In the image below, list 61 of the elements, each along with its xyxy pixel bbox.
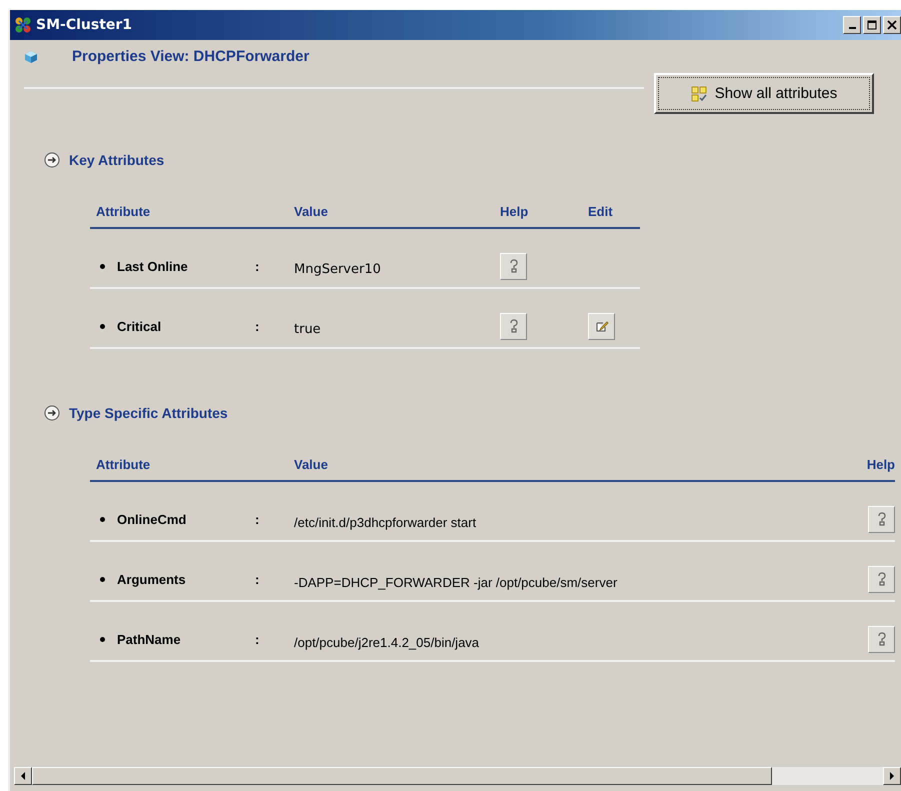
show-all-attributes-button[interactable]: Show all attributes: [654, 73, 874, 114]
cube-icon: [24, 50, 38, 64]
bullet-icon: [100, 576, 105, 582]
view-title: Properties View: DHCPForwarder: [72, 48, 310, 65]
question-icon: [876, 632, 888, 646]
question-icon: [508, 319, 520, 333]
colon: :: [255, 258, 260, 274]
attribute-value: -DAPP=DHCP_FORWARDER -jar /opt/pcube/sm/server: [294, 574, 618, 590]
column-header: Attribute: [96, 457, 152, 472]
right-arrow-icon: [889, 772, 895, 780]
help-button[interactable]: [868, 566, 895, 592]
colon: :: [255, 512, 260, 526]
attribute-value: true: [294, 320, 322, 336]
scroll-left-button[interactable]: [14, 767, 32, 785]
scrollbar-thumb[interactable]: [32, 767, 772, 785]
help-button[interactable]: [500, 252, 527, 280]
scroll-right-button[interactable]: [883, 767, 901, 785]
help-button[interactable]: [868, 626, 895, 652]
minimize-button[interactable]: [843, 16, 861, 34]
window-title: SM-Cluster1: [36, 17, 132, 33]
attribute-name: Critical: [117, 318, 162, 334]
cluster-icon: [14, 16, 32, 34]
bullet-icon: [100, 636, 105, 642]
attribute-value: /opt/pcube/j2re1.4.2_05/bin/java: [294, 634, 480, 650]
question-icon: [508, 259, 520, 273]
question-icon: [876, 572, 888, 586]
colon: :: [255, 572, 260, 586]
column-header: Attribute: [96, 204, 152, 219]
column-header: Help: [866, 457, 895, 472]
column-header: Value: [294, 457, 329, 472]
section-title: Type Specific Attributes: [69, 405, 228, 421]
column-header: Value: [294, 204, 329, 219]
horizontal-scrollbar[interactable]: [14, 767, 901, 785]
attribute-name: Last Online: [117, 258, 189, 274]
bullet-icon: [100, 264, 105, 268]
attribute-name: Arguments: [117, 572, 187, 586]
minimize-icon: [848, 27, 856, 29]
attribute-name: PathName: [117, 632, 182, 646]
close-button[interactable]: [883, 16, 901, 34]
section-title: Key Attributes: [69, 152, 164, 168]
arrow-circle-icon[interactable]: [44, 405, 60, 421]
maximize-button[interactable]: [863, 16, 881, 34]
arrow-circle-icon[interactable]: [44, 152, 60, 168]
maximize-icon: [867, 20, 877, 30]
colon: :: [255, 318, 260, 334]
help-button[interactable]: [868, 506, 895, 532]
attribute-name: OnlineCmd: [117, 512, 188, 526]
left-arrow-icon: [20, 772, 26, 780]
colon: :: [255, 632, 260, 646]
attribute-value: MngServer10: [294, 260, 382, 276]
question-icon: [876, 512, 888, 526]
grid-check-icon: [690, 86, 707, 102]
pencil-note-icon: [594, 319, 608, 333]
attribute-value: /etc/init.d/p3dhcpforwarder start: [294, 514, 478, 530]
help-button[interactable]: [500, 312, 527, 340]
bullet-icon: [100, 324, 105, 328]
close-icon: [887, 20, 897, 30]
column-header: Help: [500, 204, 530, 219]
edit-button[interactable]: [588, 312, 615, 340]
bullet-icon: [100, 516, 105, 522]
column-header: Edit: [588, 204, 614, 219]
